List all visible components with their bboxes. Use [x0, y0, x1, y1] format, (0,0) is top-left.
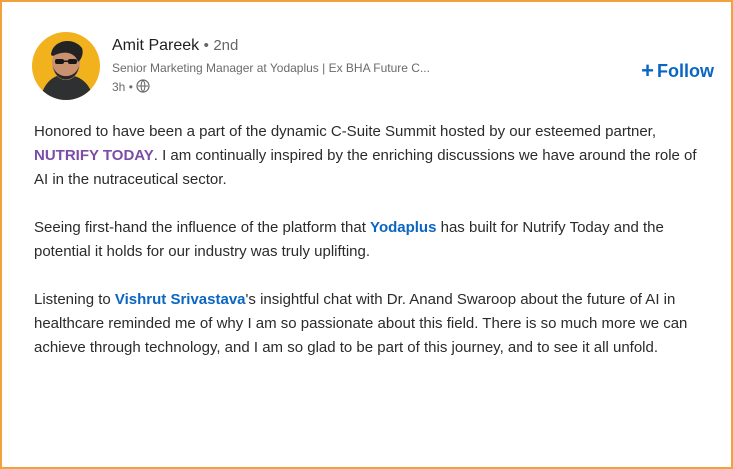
mention-link[interactable]: Vishrut Srivastava: [115, 291, 246, 308]
connection-separator: •: [203, 37, 209, 54]
author-identity: Amit Pareek • 2nd Senior Marketing Manag…: [112, 36, 582, 95]
post-card: Amit Pareek • 2nd Senior Marketing Manag…: [0, 0, 733, 469]
mention-link[interactable]: NUTRIFY TODAY: [34, 147, 154, 164]
follow-button[interactable]: + Follow: [641, 60, 714, 82]
post-body: Honored to have been a part of the dynam…: [34, 120, 714, 384]
globe-icon: [136, 79, 150, 93]
avatar[interactable]: [32, 32, 100, 100]
post-time: 3h: [112, 80, 126, 94]
post-paragraph: Listening to Vishrut Srivastava's insigh…: [34, 288, 714, 360]
post-paragraph: Seeing first-hand the influence of the p…: [34, 216, 714, 264]
author-name[interactable]: Amit Pareek: [112, 37, 199, 54]
connection-degree: 2nd: [213, 37, 239, 54]
paragraph-text: Honored to have been a part of the dynam…: [34, 123, 657, 140]
paragraph-text: Seeing first-hand the influence of the p…: [34, 219, 371, 236]
follow-label: Follow: [657, 61, 714, 81]
visibility-separator: •: [128, 80, 133, 94]
plus-icon: +: [641, 58, 654, 83]
post-paragraph: Honored to have been a part of the dynam…: [34, 120, 714, 192]
post-header: Amit Pareek • 2nd Senior Marketing Manag…: [32, 32, 722, 104]
paragraph-text: Listening to: [34, 291, 115, 308]
mention-link[interactable]: Yodaplus: [370, 219, 436, 236]
post-meta: 3h •: [112, 79, 582, 95]
author-headline[interactable]: Senior Marketing Manager at Yodaplus | E…: [112, 61, 582, 76]
author-name-row: Amit Pareek • 2nd: [112, 36, 582, 56]
